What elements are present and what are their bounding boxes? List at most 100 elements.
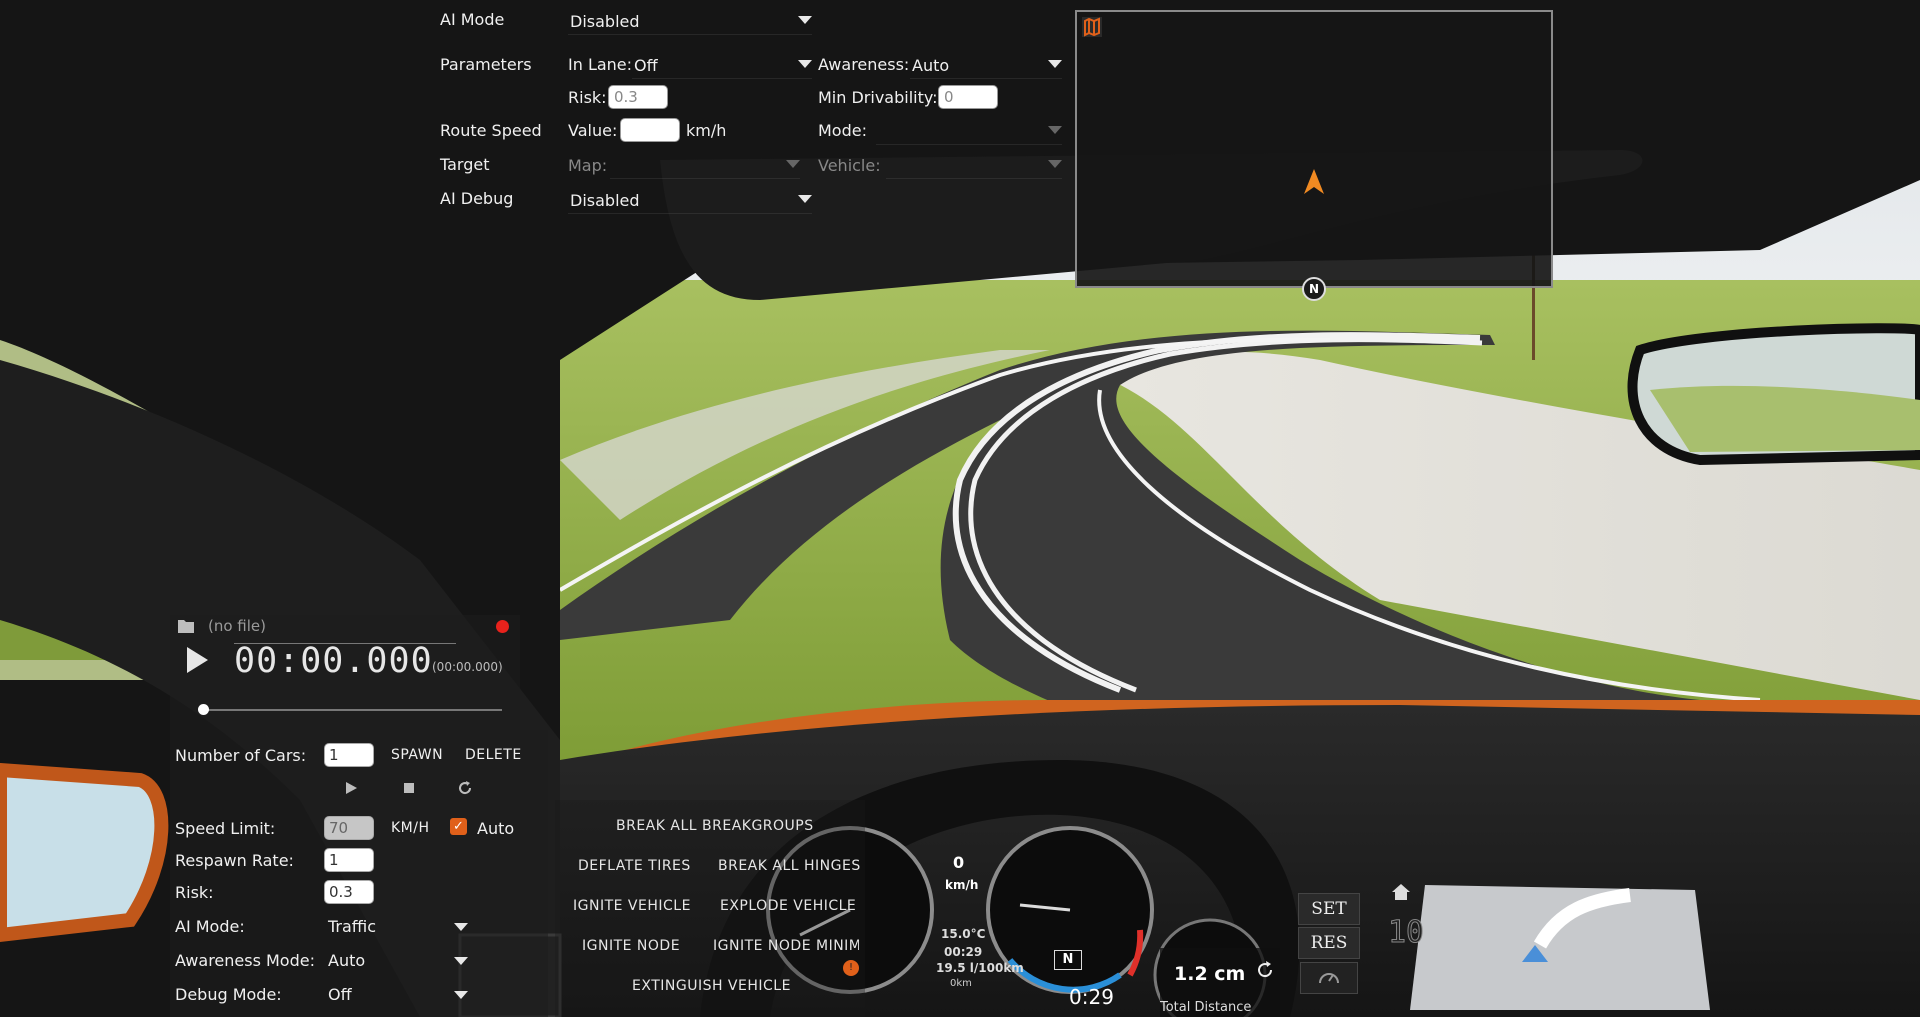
debug-mode-label: Debug Mode: [175,985,282,1004]
ai-mode-label: AI Mode: [175,917,245,936]
ai-debug-dropdown[interactable]: Disabled [568,187,812,214]
risk-label: Risk: [175,883,214,902]
chevron-down-icon [454,957,468,965]
distance-label: Total Distance [1160,1000,1252,1015]
replay-total-time: (00:00.000) [432,660,503,674]
home-icon[interactable] [1390,882,1420,906]
min-drivability-label: Min Drivability: [818,88,938,107]
nav-screen [1410,885,1710,1010]
cruise-res-button[interactable]: RES [1298,927,1360,959]
ignite-node-button[interactable]: IGNITE NODE [582,938,680,954]
chevron-down-icon [1048,126,1062,134]
awareness-mode-dropdown[interactable]: Auto [326,947,468,973]
break-hinges-button[interactable]: BREAK ALL HINGES [718,858,861,874]
speed-limit-input[interactable]: 70 [324,816,374,840]
risk-label: Risk: [568,88,607,107]
stop-icon[interactable] [402,781,416,795]
value-label: Value: [568,121,618,140]
vehicle-label: Vehicle: [818,156,881,175]
spawn-button[interactable]: SPAWN [391,747,443,763]
north-compass: N [1302,277,1326,301]
scrubber-handle[interactable] [198,704,209,715]
cruise-set-button[interactable]: SET [1298,893,1360,925]
gear-indicator: N [1054,950,1082,970]
ignite-node-minimal-button[interactable]: IGNITE NODE MINIMA [713,938,859,954]
speed-unit-label: km/h [686,121,727,140]
auto-label: Auto [477,819,515,838]
awareness-mode-label: Awareness Mode: [175,951,315,970]
speed-unit: km/h [945,878,979,892]
break-breakgroups-button[interactable]: BREAK ALL BREAKGROUPS [616,818,814,834]
fuel-consumption: 19.5 l/100km [936,961,1024,975]
folder-icon[interactable] [177,618,195,634]
record-icon[interactable] [496,620,509,633]
ai-mode-label: AI Mode [440,10,505,29]
ai-mode-dropdown[interactable]: Disabled [568,8,812,35]
mode-label: Mode: [818,121,867,140]
delete-button[interactable]: DELETE [465,747,522,763]
replay-time: 00:00.000 [234,641,433,681]
map-dropdown[interactable] [610,152,800,179]
awareness-dropdown[interactable]: Auto [910,52,1062,79]
temperature: 15.0°C [941,927,986,941]
clock: 00:29 [944,945,983,959]
ignite-vehicle-button[interactable]: IGNITE VEHICLE [573,898,691,914]
in-lane-dropdown[interactable]: Off [632,52,812,79]
traffic-panel: Number of Cars: 1 SPAWN DELETE Speed Lim… [170,730,548,1017]
awareness-label: Awareness: [818,55,910,74]
auto-checkbox[interactable]: ✓ [450,818,467,835]
deflate-tires-button[interactable]: DEFLATE TIRES [578,858,691,874]
chevron-down-icon [798,16,812,24]
trip-time: 0:29 [1069,985,1114,1009]
replay-scrubber[interactable] [202,709,502,711]
ai-mode-value: Disabled [570,12,640,31]
chevron-down-icon [786,160,800,168]
speed-readout: 0 [953,853,965,872]
speedometer-icon [1319,973,1339,984]
ai-mode-value: Traffic [328,917,377,936]
extinguish-vehicle-button[interactable]: EXTINGUISH VEHICLE [632,978,791,994]
minimap[interactable]: N [1075,10,1553,301]
respawn-rate-input[interactable]: 1 [324,848,374,872]
vehicle-dropdown[interactable] [886,152,1062,179]
chevron-down-icon [1048,60,1062,68]
mode-dropdown[interactable] [876,118,1062,145]
in-lane-label: In Lane: [568,55,633,74]
digital-display: 10 [1387,915,1425,951]
replay-panel: (no file) 00:00.000 (00:00.000) [170,615,520,730]
chevron-down-icon [454,923,468,931]
target-label: Target [440,155,490,174]
awareness-value: Auto [912,56,950,75]
explode-vehicle-button[interactable]: EXPLODE VEHICLE [720,898,856,914]
risk-input[interactable]: 0.3 [608,85,668,109]
ai-panel: AI Mode Disabled Parameters In Lane: Off… [430,0,1070,222]
refresh-icon[interactable] [457,780,473,796]
awareness-mode-value: Auto [328,951,366,970]
warning-icon: ! [843,960,859,976]
trip-distance: 0km [950,978,972,989]
num-cars-input[interactable]: 1 [324,743,374,767]
risk-input[interactable]: 0.3 [324,880,374,904]
debug-mode-value: Off [328,985,352,1004]
play-icon[interactable] [344,781,358,795]
route-speed-input[interactable] [620,118,680,142]
respawn-rate-label: Respawn Rate: [175,851,294,870]
chevron-down-icon [798,60,812,68]
ai-debug-label: AI Debug [440,189,514,208]
route-speed-label: Route Speed [440,121,542,140]
ai-mode-dropdown[interactable]: Traffic [326,913,468,939]
map-icon[interactable] [1081,16,1103,38]
debug-mode-dropdown[interactable]: Off [326,981,468,1007]
in-lane-value: Off [634,56,658,75]
play-icon[interactable] [184,645,210,675]
speed-unit-button[interactable]: KM/H [391,820,430,836]
speed-limit-label: Speed Limit: [175,819,276,838]
min-drivability-input[interactable]: 0 [938,85,998,109]
parameters-label: Parameters [440,55,532,74]
ai-debug-value: Disabled [570,191,640,210]
chevron-down-icon [798,195,812,203]
player-arrow-icon [1304,169,1324,194]
cruise-speed-button[interactable] [1300,962,1358,994]
reset-icon[interactable] [1255,960,1275,980]
num-cars-label: Number of Cars: [175,746,307,765]
